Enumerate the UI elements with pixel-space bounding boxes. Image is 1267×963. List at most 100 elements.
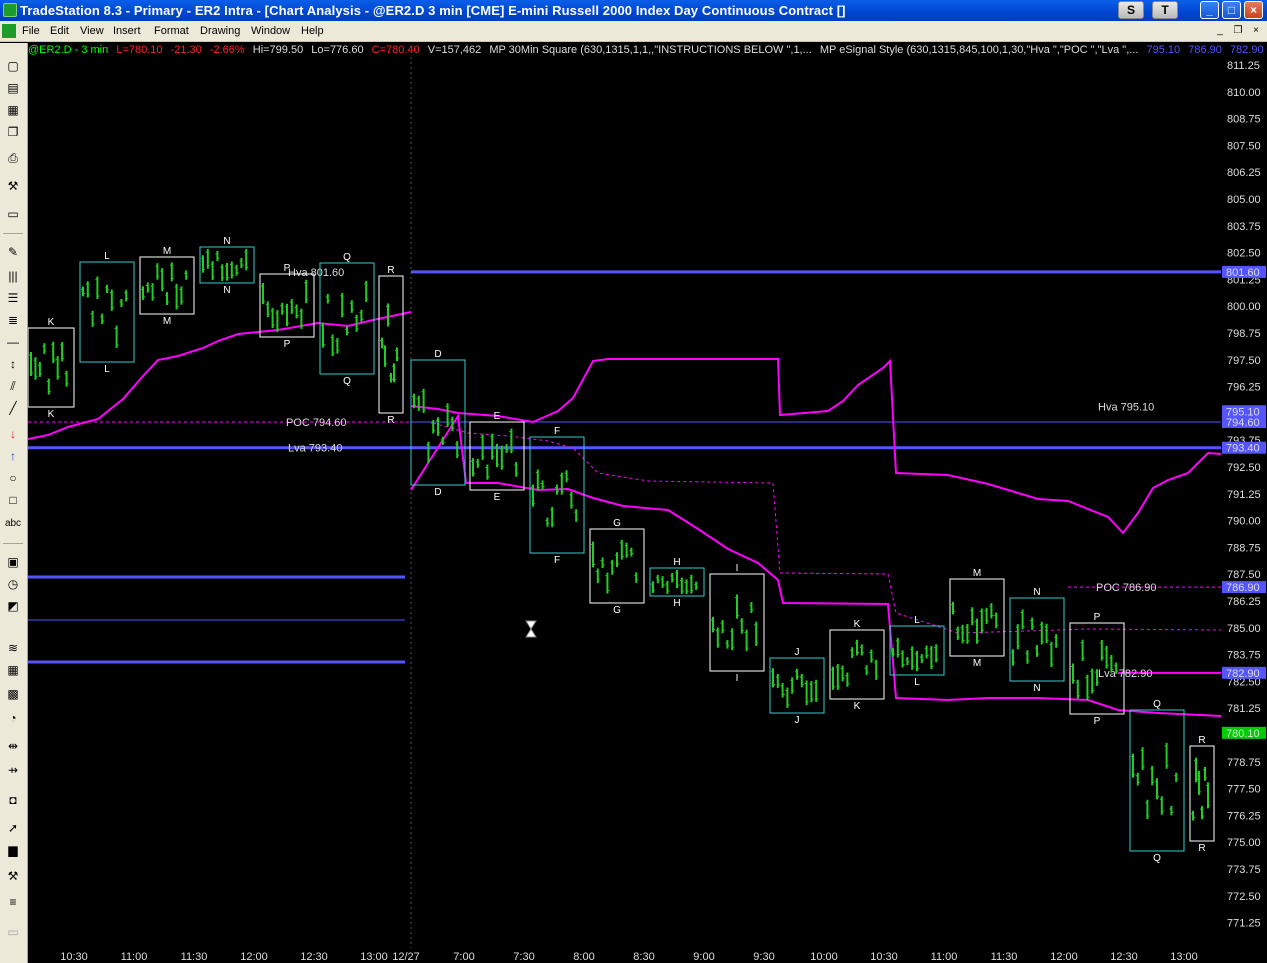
hva-prior-label: Hva 801.60 [288, 267, 344, 279]
x-tick-label: 12:30 [1110, 951, 1138, 963]
matrix-icon[interactable]: ▦ [3, 661, 23, 679]
new-document-icon[interactable]: ▢ [3, 57, 23, 75]
menu-edit[interactable]: Edit [50, 25, 69, 37]
status-high: Hi=799.50 [252, 44, 304, 56]
close-button[interactable]: × [1244, 1, 1263, 19]
rectangle-icon[interactable]: □ [3, 491, 23, 509]
x-tick-label: 7:00 [453, 951, 474, 963]
profile-letter-top: D [434, 349, 441, 360]
window-icon[interactable]: ▭ [3, 205, 23, 223]
text-icon[interactable]: abc [3, 515, 23, 533]
pencil-icon[interactable]: ✎ [3, 243, 23, 261]
x-tick-label: 8:00 [573, 951, 594, 963]
menu-view[interactable]: View [80, 25, 104, 37]
chart-wizard-icon[interactable]: ⚒ [3, 177, 23, 195]
menu-insert[interactable]: Insert [113, 25, 141, 37]
y-tick-label: 797.50 [1227, 355, 1261, 367]
profile-letter-top: F [554, 426, 560, 437]
maximize-button[interactable]: □ [1222, 1, 1241, 19]
status-net-change: -21.30 [170, 44, 202, 56]
x-tick-label: 13:00 [360, 951, 388, 963]
scroll-icon[interactable]: ▭ [3, 923, 23, 941]
vertical-line-icon[interactable]: ↕ [3, 355, 23, 373]
t-button[interactable]: T [1152, 1, 1178, 19]
channel-icon[interactable]: ⫽ [3, 377, 23, 395]
profile-letter-top: N [1033, 587, 1040, 598]
y-tick-label: 796.25 [1227, 382, 1261, 394]
scanner-icon[interactable]: ▩ [3, 685, 23, 703]
trendline-icon[interactable]: ╱ [3, 399, 23, 417]
profile-letter-bottom: R [387, 415, 394, 426]
vwap-dashed-line [432, 422, 1222, 634]
y-tick-label: 772.50 [1227, 891, 1261, 903]
menu-window[interactable]: Window [251, 25, 290, 37]
x-tick-label: 12:30 [300, 951, 328, 963]
list-icon[interactable]: ≡ [3, 893, 23, 911]
y-tick-label: 790.00 [1227, 516, 1261, 528]
profile-letter-top: Q [343, 252, 351, 263]
mdi-close-button[interactable]: × [1248, 24, 1264, 38]
profile-letter-bottom: N [1033, 683, 1040, 694]
status-value-1: 795.10 [1146, 44, 1181, 56]
horizontal-lines-icon[interactable]: ☰ [3, 289, 23, 307]
save-icon[interactable]: ▦ [3, 101, 23, 119]
y-tick-label: 802.50 [1227, 248, 1261, 260]
arrow-down-icon[interactable]: ↓ [3, 425, 23, 443]
price-chart[interactable]: 811.25 810.00 808.75 807.50 806.25 805.00 803.… [28, 43, 1267, 963]
arrow-up-icon[interactable]: ↑ [3, 447, 23, 465]
zoom-out-icon[interactable]: ⇸ [3, 761, 23, 779]
profile-box-f [529, 436, 585, 554]
profile-box-q [319, 262, 375, 375]
copy-icon[interactable]: ❐ [3, 123, 23, 141]
menu-help[interactable]: Help [301, 25, 324, 37]
minimize-button[interactable]: _ [1200, 1, 1219, 19]
status-indicator-1: MP 30Min Square (630,1315,1,1,,"INSTRUCT… [489, 44, 812, 56]
profile-letter-bottom: L [104, 364, 110, 375]
profile-letter-bottom: R [1198, 843, 1205, 854]
poc-prior-label: POC 794.60 [286, 417, 347, 429]
horizontal-line-icon[interactable]: — [3, 333, 23, 351]
zoom-in-icon[interactable]: ⇹ [3, 737, 23, 755]
tools-icon[interactable]: ⚒ [3, 867, 23, 885]
profile-letter-bottom: H [673, 598, 680, 609]
radar-icon[interactable]: ≋ [3, 639, 23, 657]
s-button[interactable]: S [1118, 1, 1144, 19]
y-tick-label: 773.75 [1227, 864, 1261, 876]
menu-format[interactable]: Format [154, 25, 189, 37]
chart-analysis-icon[interactable]: ▣ [3, 553, 23, 571]
y-tick-label: 807.50 [1227, 140, 1261, 152]
profile-letter-bottom: D [434, 487, 441, 498]
open-folder-icon[interactable]: ▤ [3, 79, 23, 97]
time-sales-icon[interactable]: ◔ [3, 709, 23, 727]
profile-letter-bottom: Q [1153, 853, 1161, 864]
grid-icon[interactable]: ◘ [3, 791, 23, 809]
mdi-restore-button[interactable]: ❐ [1230, 24, 1246, 38]
x-tick-label: 12:00 [1050, 951, 1078, 963]
monitor-icon[interactable]: ▆ [3, 841, 23, 859]
menu-drawing[interactable]: Drawing [200, 25, 240, 37]
x-tick-label: 8:30 [633, 951, 654, 963]
chart-analysis-window[interactable]: 811.25 810.00 808.75 807.50 806.25 805.00 803.… [28, 43, 1267, 963]
profile-letter-bottom: E [494, 492, 501, 503]
x-tick-label: 10:30 [60, 951, 88, 963]
system-menu-icon[interactable] [2, 24, 16, 38]
ellipse-icon[interactable]: ○ [3, 469, 23, 487]
profile-letter-top: K [854, 619, 861, 630]
fib-lines-icon[interactable]: ≣ [3, 311, 23, 329]
profile-letter-top: K [48, 317, 55, 328]
profile-letter-bottom: K [48, 409, 55, 420]
menu-file[interactable]: File [22, 25, 40, 37]
pointer-icon[interactable]: ➚ [3, 819, 23, 837]
profile-letter-bottom: M [163, 316, 171, 327]
bars-icon[interactable]: ||| [3, 267, 23, 285]
x-tick-label: 11:30 [991, 951, 1018, 963]
y-tick-label: 786.25 [1227, 596, 1261, 608]
y-tick-label: 806.25 [1227, 167, 1261, 179]
profile-letter-top: N [223, 236, 230, 247]
print-icon[interactable]: ⎙ [3, 149, 23, 167]
tradestation-app-icon [3, 3, 17, 17]
book-icon[interactable]: ◩ [3, 597, 23, 615]
mdi-minimize-button[interactable]: _ [1212, 24, 1228, 38]
y-tick-label: 783.75 [1227, 650, 1261, 662]
clock-icon[interactable]: ◷ [3, 575, 23, 593]
